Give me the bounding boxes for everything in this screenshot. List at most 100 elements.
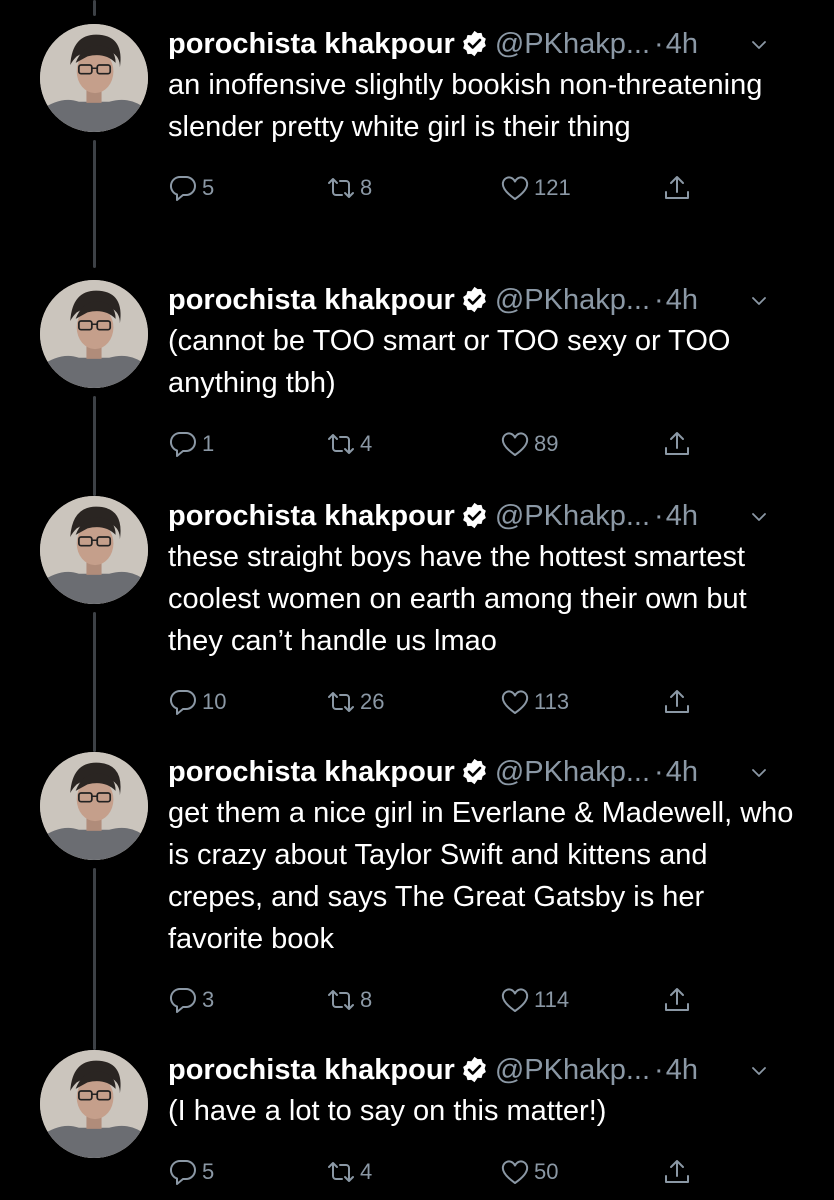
tweet-header: porochista khakpour @PKhakp... ·4h (168, 496, 804, 536)
like-button[interactable]: 50 (500, 1152, 558, 1192)
author-name[interactable]: porochista khakpour (168, 1054, 455, 1086)
retweet-button[interactable]: 8 (326, 980, 372, 1020)
avatar[interactable] (40, 280, 148, 388)
tweet-header: porochista khakpour @PKhakp... ·4h (168, 24, 804, 64)
reply-button[interactable]: 10 (168, 682, 226, 722)
like-button[interactable]: 114 (500, 980, 569, 1020)
author-handle[interactable]: @PKhakp... (495, 1054, 650, 1086)
tweet-content: porochista khakpour @PKhakp... ·4h (I have… (168, 1050, 804, 1192)
timestamp[interactable]: 4h (666, 756, 698, 788)
separator-dot: · (654, 500, 664, 532)
share-icon (665, 176, 689, 199)
timestamp[interactable]: 4h (666, 28, 698, 60)
reply-icon (169, 987, 196, 1013)
tweet-actions: 10 26 113 (168, 682, 804, 722)
retweet-button[interactable]: 26 (326, 682, 384, 722)
verified-badge-icon (460, 29, 489, 58)
verified-badge-icon (460, 1055, 489, 1084)
retweet-button[interactable]: 4 (326, 424, 372, 464)
chevron-down-icon[interactable] (752, 38, 766, 52)
avatar[interactable] (40, 752, 148, 860)
thread-line (93, 868, 96, 1050)
like-button[interactable]: 89 (500, 424, 558, 464)
tweet-text: (cannot be TOO smart or TOO sexy or TOO … (168, 325, 731, 399)
retweet-count: 4 (360, 431, 373, 456)
chevron-down-icon[interactable] (752, 1064, 766, 1078)
like-count: 89 (534, 431, 559, 456)
like-count: 113 (534, 689, 570, 714)
tweet-text: an inoffensive slightly bookish non-thre… (168, 69, 763, 143)
like-button[interactable]: 113 (500, 682, 569, 722)
author-handle[interactable]: @PKhakp... (495, 500, 650, 532)
author-name[interactable]: porochista khakpour (168, 756, 455, 788)
reply-button[interactable]: 1 (168, 424, 214, 464)
chevron-down-icon[interactable] (752, 510, 766, 524)
avatar[interactable] (40, 496, 148, 604)
timestamp[interactable]: 4h (666, 500, 698, 532)
tweet-content: porochista khakpour @PKhakp... ·4h get the… (168, 752, 804, 1020)
heart-icon (501, 176, 529, 200)
separator-dot: · (654, 1054, 664, 1086)
tweet-actions: 3 8 114 (168, 980, 804, 1020)
thread-line (93, 0, 96, 16)
like-count: 50 (534, 1159, 559, 1184)
reply-icon (169, 689, 196, 715)
share-icon (665, 432, 689, 455)
heart-icon (501, 432, 529, 456)
tweet-actions: 1 4 89 (168, 424, 804, 464)
retweet-button[interactable]: 4 (326, 1152, 372, 1192)
author-handle[interactable]: @PKhakp... (495, 284, 650, 316)
thread-line (93, 612, 96, 752)
like-button[interactable]: 121 (500, 168, 571, 208)
separator-dot: · (654, 28, 664, 60)
tweet-content: porochista khakpour @PKhakp... ·4h (cannot… (168, 280, 804, 464)
avatar[interactable] (40, 1050, 148, 1158)
chevron-down-icon[interactable] (752, 294, 766, 308)
thread-line (93, 140, 96, 268)
reply-count: 1 (202, 431, 215, 456)
retweet-button[interactable]: 8 (326, 168, 372, 208)
tweet-content: porochista khakpour @PKhakp... ·4h an inof… (168, 24, 804, 208)
timestamp[interactable]: 4h (666, 284, 698, 316)
like-count: 114 (534, 987, 570, 1012)
tweet-text: these straight boys have the hottest sma… (168, 541, 747, 657)
retweet-count: 8 (360, 175, 373, 200)
tweet-header: porochista khakpour @PKhakp... ·4h (168, 1050, 804, 1090)
heart-icon (501, 988, 529, 1012)
tweet-actions: 5 4 50 (168, 1152, 804, 1192)
like-count: 121 (534, 175, 571, 200)
share-button[interactable] (662, 980, 696, 1020)
author-handle[interactable]: @PKhakp... (495, 28, 650, 60)
tweet-text: get them a nice girl in Everlane & Madew… (168, 797, 794, 955)
retweet-icon (328, 990, 354, 1010)
verified-badge-icon (460, 501, 489, 530)
share-button[interactable] (662, 168, 696, 208)
author-name[interactable]: porochista khakpour (168, 284, 455, 316)
retweet-count: 26 (360, 689, 385, 714)
tweet-actions: 5 8 121 (168, 168, 804, 208)
share-button[interactable] (662, 682, 696, 722)
reply-icon (169, 175, 196, 201)
retweet-icon (328, 1162, 354, 1182)
tweet-content: porochista khakpour @PKhakp... ·4h these s… (168, 496, 804, 722)
share-button[interactable] (662, 1152, 696, 1192)
timestamp[interactable]: 4h (666, 1054, 698, 1086)
reply-button[interactable]: 3 (168, 980, 214, 1020)
reply-button[interactable]: 5 (168, 168, 214, 208)
avatar[interactable] (40, 24, 148, 132)
retweet-icon (328, 434, 354, 454)
tweet-header: porochista khakpour @PKhakp... ·4h (168, 280, 804, 320)
chevron-down-icon[interactable] (752, 766, 766, 780)
verified-badge-icon (460, 757, 489, 786)
reply-button[interactable]: 5 (168, 1152, 214, 1192)
share-button[interactable] (662, 424, 696, 464)
share-icon (665, 690, 689, 713)
share-icon (665, 988, 689, 1011)
author-name[interactable]: porochista khakpour (168, 28, 455, 60)
author-name[interactable]: porochista khakpour (168, 500, 455, 532)
retweet-count: 8 (360, 987, 373, 1012)
tweet-header: porochista khakpour @PKhakp... ·4h (168, 752, 804, 792)
separator-dot: · (654, 756, 664, 788)
author-handle[interactable]: @PKhakp... (495, 756, 650, 788)
heart-icon (501, 690, 529, 714)
